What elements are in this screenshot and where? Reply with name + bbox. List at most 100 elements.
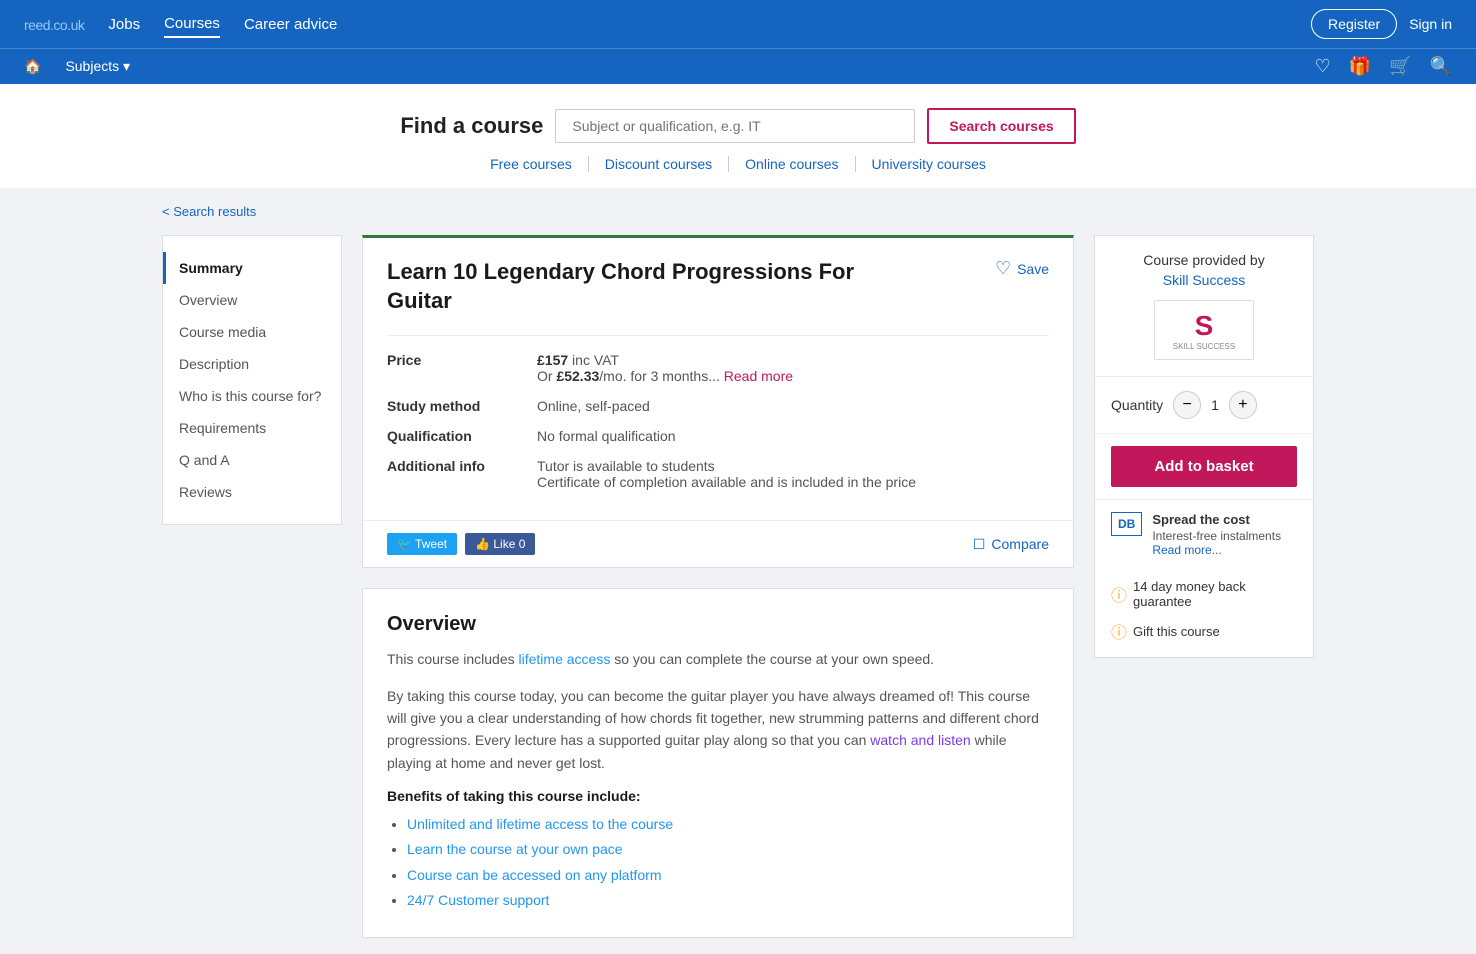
provider-logo-label: SKILL SUCCESS [1173, 342, 1235, 351]
logo[interactable]: reed.co.uk [24, 13, 84, 36]
spread-title: Spread the cost [1152, 512, 1281, 527]
find-course-row: Find a course Search courses [0, 108, 1476, 144]
search-input[interactable] [555, 109, 915, 143]
sidebar-item-course-media[interactable]: Course media [163, 316, 341, 348]
price-number: £157 [537, 352, 568, 368]
save-label: Save [1017, 261, 1049, 277]
guarantee-text: 14 day money back guarantee [1133, 579, 1297, 609]
save-button[interactable]: ♡ Save [995, 258, 1049, 279]
qualification-row: Qualification No formal qualification [387, 428, 1049, 444]
add-to-basket-button[interactable]: Add to basket [1111, 446, 1297, 487]
social-row: 🐦 Tweet 👍 Like 0 ☐ Compare [363, 520, 1073, 567]
benefit-4: 24/7 Customer support [407, 892, 549, 908]
spread-read-more-link[interactable]: Read more... [1152, 543, 1221, 557]
logo-suffix: .co.uk [50, 17, 84, 33]
subjects-dropdown[interactable]: Subjects ▾ [65, 58, 130, 75]
sidebar-item-summary[interactable]: Summary [163, 252, 341, 284]
register-button[interactable]: Register [1311, 9, 1397, 39]
benefits-title: Benefits of taking this course include: [387, 788, 1049, 804]
discount-courses-link[interactable]: Discount courses [589, 156, 729, 172]
additional-info-value: Tutor is available to students Certifica… [537, 458, 916, 490]
benefit-1: Unlimited and lifetime access to the cou… [407, 816, 673, 832]
additional-info-label: Additional info [387, 458, 537, 490]
basket-icon[interactable]: 🛒 [1389, 56, 1411, 77]
benefits-list: Unlimited and lifetime access to the cou… [387, 812, 1049, 913]
find-course-label: Find a course [400, 113, 543, 139]
qualification-label: Qualification [387, 428, 537, 444]
content-area: Summary Overview Course media Descriptio… [162, 235, 1314, 938]
db-badge: DB [1111, 512, 1142, 536]
tweet-button[interactable]: 🐦 Tweet [387, 533, 457, 555]
quantity-plus-button[interactable]: + [1229, 391, 1257, 419]
online-courses-link[interactable]: Online courses [729, 156, 855, 172]
gift-info-icon: ⓘ [1111, 619, 1127, 643]
course-links: Free courses Discount courses Online cou… [0, 156, 1476, 172]
list-item: Unlimited and lifetime access to the cou… [407, 812, 1049, 837]
spread-cost-section: DB Spread the cost Interest-free instalm… [1095, 499, 1313, 569]
main-layout: < Search results Summary Overview Course… [138, 188, 1338, 954]
overview-para2: By taking this course today, you can bec… [387, 685, 1049, 775]
wishlist-icon[interactable]: ♡ [1315, 56, 1331, 77]
back-to-search[interactable]: < Search results [162, 204, 1314, 219]
qualification-value: No formal qualification [537, 428, 676, 444]
study-method-value: Online, self-paced [537, 398, 650, 414]
price-label: Price [387, 352, 537, 384]
top-navigation: reed.co.uk Jobs Courses Career advice Re… [0, 0, 1476, 48]
like-button[interactable]: 👍 Like 0 [465, 533, 535, 555]
overview-para1: This course includes lifetime access so … [387, 648, 1049, 670]
left-sidebar: Summary Overview Course media Descriptio… [162, 235, 342, 525]
home-link[interactable]: 🏠 [24, 58, 41, 75]
list-item: Course can be accessed on any platform [407, 863, 1049, 888]
center-content: Learn 10 Legendary Chord Progressions Fo… [362, 235, 1074, 938]
gift-row[interactable]: ⓘ Gift this course [1095, 619, 1313, 657]
right-sidebar: Course provided by Skill Success S SKILL… [1094, 235, 1314, 658]
nav-icons: ♡ 🎁 🛒 🔍 [1315, 56, 1452, 77]
sidebar-item-qa[interactable]: Q and A [163, 444, 341, 476]
provider-logo[interactable]: S SKILL SUCCESS [1154, 300, 1254, 360]
course-card: Learn 10 Legendary Chord Progressions Fo… [362, 235, 1074, 568]
signin-link[interactable]: Sign in [1409, 16, 1452, 32]
sidebar-item-description[interactable]: Description [163, 348, 341, 380]
quantity-minus-button[interactable]: − [1173, 391, 1201, 419]
additional-info-row: Additional info Tutor is available to st… [387, 458, 1049, 490]
nav-right: Register Sign in [1311, 9, 1452, 39]
list-item: 24/7 Customer support [407, 888, 1049, 913]
nav-jobs[interactable]: Jobs [108, 12, 140, 37]
quantity-value: 1 [1211, 397, 1219, 413]
price-value: £157 inc VAT Or £52.33/mo. for 3 months.… [537, 352, 793, 384]
compare-button[interactable]: ☐ Compare [973, 536, 1049, 553]
sidebar-item-reviews[interactable]: Reviews [163, 476, 341, 508]
guarantee-row: ⓘ 14 day money back guarantee [1095, 569, 1313, 619]
quantity-row: Quantity − 1 + [1095, 377, 1313, 434]
search-section: Find a course Search courses Free course… [0, 84, 1476, 188]
gift-icon[interactable]: 🎁 [1349, 56, 1371, 77]
search-button[interactable]: Search courses [927, 108, 1075, 144]
provider-name-link[interactable]: Skill Success [1111, 272, 1297, 288]
free-courses-link[interactable]: Free courses [474, 156, 589, 172]
study-method-row: Study method Online, self-paced [387, 398, 1049, 414]
course-title: Learn 10 Legendary Chord Progressions Fo… [387, 258, 867, 315]
compare-checkbox-icon: ☐ [973, 536, 986, 553]
course-details: Price £157 inc VAT Or £52.33/mo. for 3 m… [387, 335, 1049, 520]
nav-career-advice[interactable]: Career advice [244, 12, 337, 37]
provider-header-title: Course provided by [1111, 252, 1297, 268]
heart-icon: ♡ [995, 258, 1011, 279]
nav-courses[interactable]: Courses [164, 11, 220, 38]
quantity-label: Quantity [1111, 397, 1163, 413]
price-monthly: Or £52.33/mo. for 3 months... Read more [537, 368, 793, 384]
additional-info-line1: Tutor is available to students [537, 458, 916, 474]
search-icon[interactable]: 🔍 [1430, 56, 1452, 77]
logo-brand: reed [24, 17, 50, 33]
social-buttons: 🐦 Tweet 👍 Like 0 [387, 533, 535, 555]
benefit-3: Course can be accessed on any platform [407, 867, 661, 883]
price-amount: £157 inc VAT [537, 352, 793, 368]
list-item: Learn the course at your own pace [407, 837, 1049, 862]
course-header: Learn 10 Legendary Chord Progressions Fo… [363, 238, 1073, 335]
sidebar-item-overview[interactable]: Overview [163, 284, 341, 316]
sidebar-item-requirements[interactable]: Requirements [163, 412, 341, 444]
read-more-link[interactable]: Read more [724, 368, 793, 384]
price-vat: inc VAT [572, 352, 619, 368]
provider-logo-letter: S [1173, 310, 1235, 342]
sidebar-item-who[interactable]: Who is this course for? [163, 380, 341, 412]
university-courses-link[interactable]: University courses [856, 156, 1002, 172]
